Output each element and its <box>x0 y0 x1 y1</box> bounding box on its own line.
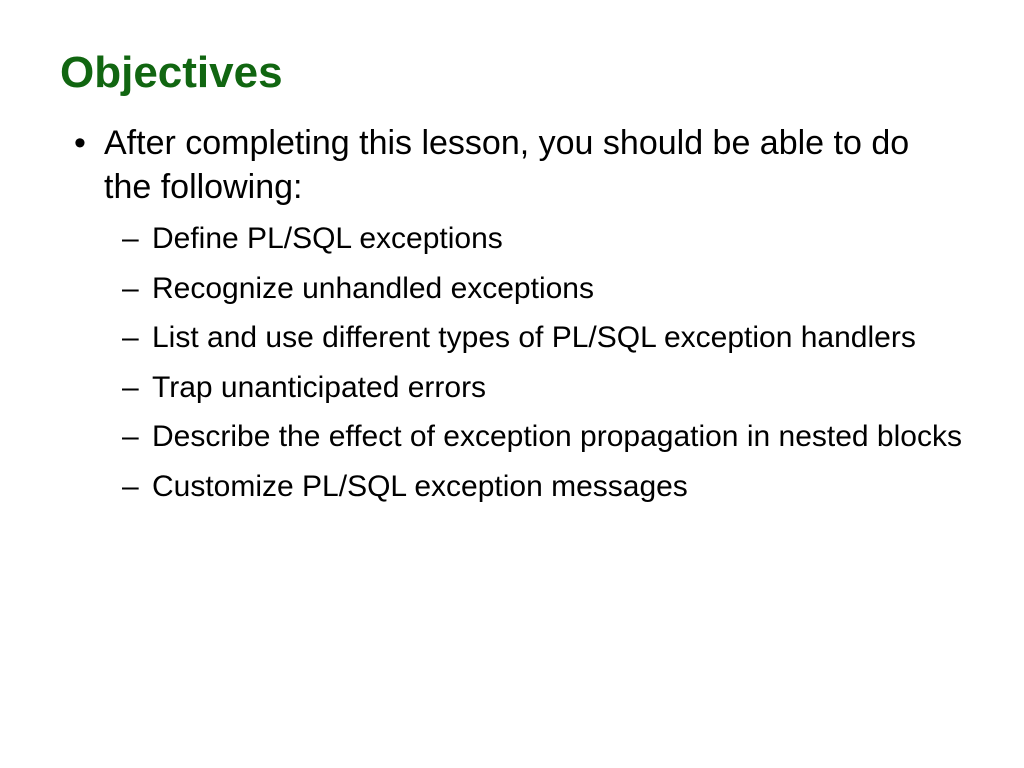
list-item: Recognize unhandled exceptions <box>152 269 964 309</box>
list-item: Describe the effect of exception propaga… <box>152 417 964 457</box>
slide: Objectives After completing this lesson,… <box>0 0 1024 768</box>
intro-text: After completing this lesson, you should… <box>104 124 909 206</box>
list-item: Trap unanticipated errors <box>152 368 964 408</box>
bullet-list-level1: After completing this lesson, you should… <box>60 122 964 507</box>
bullet-list-level2: Define PL/SQL exceptions Recognize unhan… <box>104 219 964 507</box>
intro-bullet: After completing this lesson, you should… <box>104 122 964 507</box>
list-item: Customize PL/SQL exception messages <box>152 467 964 507</box>
list-item: List and use different types of PL/SQL e… <box>152 318 964 358</box>
list-item: Define PL/SQL exceptions <box>152 219 964 259</box>
slide-title: Objectives <box>60 48 964 98</box>
